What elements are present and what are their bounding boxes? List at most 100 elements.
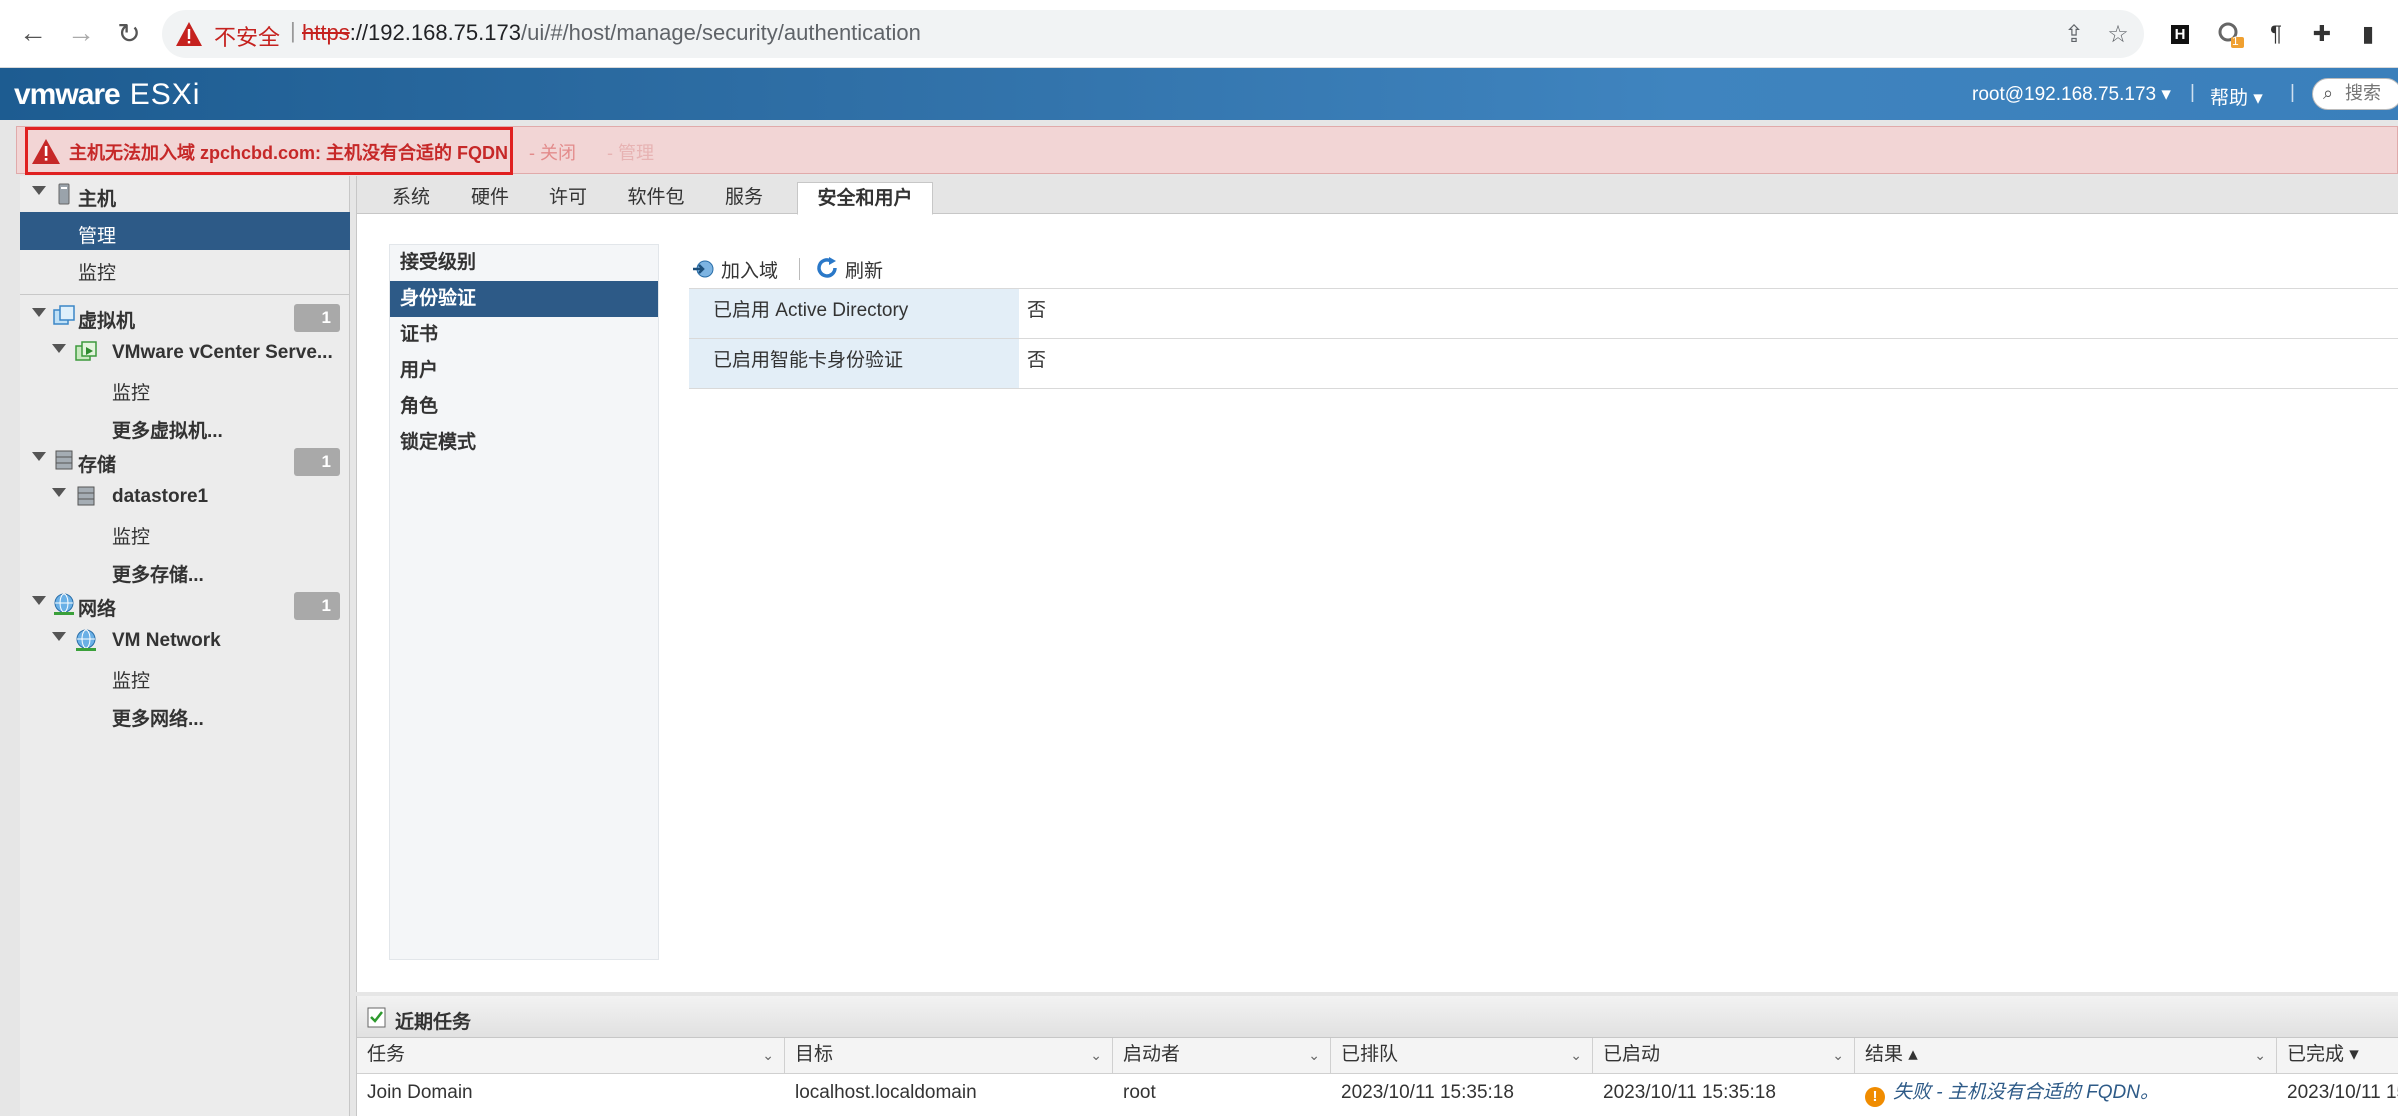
col-target[interactable]: 目标 ⌄ <box>785 1038 1113 1074</box>
col-task[interactable]: 任务 ⌄ <box>357 1038 785 1074</box>
subnav-certificates[interactable]: 证书 <box>390 317 658 353</box>
reload-icon[interactable]: ↻ <box>110 14 148 52</box>
col-result[interactable]: 结果 ▴ ⌄ <box>1855 1038 2277 1074</box>
subnav-authentication[interactable]: 身份验证 <box>390 281 658 317</box>
url-host: ://192.168.75.173 <box>349 20 521 45</box>
auth-toolbar: 加入域 刷新 <box>691 244 2391 288</box>
nav-vcenter-label: VMware vCenter Serve... <box>112 342 333 363</box>
collapse-triangle-icon[interactable] <box>52 488 66 497</box>
extension-search-icon[interactable]: 1 <box>2212 16 2248 52</box>
col-started[interactable]: 已启动 ⌄ <box>1593 1038 1855 1074</box>
alert-manage-link[interactable]: - 管理 <box>607 139 654 165</box>
refresh-label: 刷新 <box>845 261 884 282</box>
search-box[interactable]: ⌕ <box>2312 78 2398 110</box>
alert-close-link[interactable]: - 关闭 <box>529 139 576 165</box>
nav-host-monitor[interactable]: 监控 <box>20 250 350 286</box>
task-target: localhost.localdomain <box>795 1082 977 1103</box>
user-menu[interactable]: root@192.168.75.173 ▾ <box>1972 83 2171 106</box>
alert-warning-icon <box>32 139 60 164</box>
url-text[interactable]: https://192.168.75.173/ui/#/host/manage/… <box>302 20 921 46</box>
col-completed[interactable]: 已完成 ▾ <box>2277 1038 2398 1074</box>
subnav-users[interactable]: 用户 <box>390 353 658 389</box>
extension-h-icon[interactable]: H <box>2162 16 2198 52</box>
side-panel-icon[interactable]: ▮ <box>2350 16 2386 52</box>
share-icon[interactable]: ⇪ <box>2060 20 2088 48</box>
host-icon <box>58 183 70 205</box>
nav-more-storage[interactable]: 更多存储... <box>20 552 350 588</box>
subnav-lockdown-mode[interactable]: 锁定模式 <box>390 425 658 461</box>
tab-hardware[interactable]: 硬件 <box>455 182 525 215</box>
main-panel: 系统 硬件 许可 软件包 服务 安全和用户 接受级别 身份验证 证书 用户 角色… <box>356 176 2398 992</box>
browser-toolbar: ← → ↻ 不安全 | https://192.168.75.173/ui/#/… <box>0 0 2398 68</box>
chevron-down-icon[interactable]: ⌄ <box>1308 1038 1320 1072</box>
nav-more-vms[interactable]: 更多虚拟机... <box>20 408 350 444</box>
search-input[interactable] <box>2343 82 2398 105</box>
task-started: 2023/10/11 15:35:18 <box>1603 1082 1776 1103</box>
vms-count-badge: 1 <box>294 304 340 332</box>
tab-licensing[interactable]: 许可 <box>533 182 603 215</box>
nav-datastore1-label: datastore1 <box>112 486 209 507</box>
bookmark-star-icon[interactable]: ☆ <box>2104 20 2132 48</box>
storage-icon <box>55 450 73 470</box>
omnibox-separator: | <box>290 18 296 43</box>
forward-icon[interactable]: → <box>62 14 100 52</box>
col-task-label: 任务 <box>367 1044 406 1065</box>
sidebar-divider <box>20 294 350 295</box>
nav-vcenter-vm[interactable]: VMware vCenter Serve... <box>20 334 350 370</box>
tab-services[interactable]: 服务 <box>709 182 779 215</box>
chevron-down-icon[interactable]: ⌄ <box>2254 1038 2266 1072</box>
table-row[interactable]: Join Domain localhost.localdomain root 2… <box>357 1074 2398 1114</box>
back-icon[interactable]: ← <box>14 14 52 52</box>
nav-more-network[interactable]: 更多网络... <box>20 696 350 732</box>
collapse-triangle-icon[interactable] <box>52 632 66 641</box>
col-queued[interactable]: 已排队 ⌄ <box>1331 1038 1593 1074</box>
nav-network-label: 网络 <box>78 599 117 620</box>
chevron-down-icon[interactable]: ⌄ <box>1832 1038 1844 1072</box>
chevron-down-icon[interactable]: ⌄ <box>1090 1038 1102 1072</box>
collapse-triangle-icon[interactable] <box>32 186 46 195</box>
nav-vms[interactable]: 虚拟机 1 <box>20 298 350 334</box>
insecure-label: 不安全 <box>214 25 281 50</box>
nav-vm-network[interactable]: VM Network <box>20 622 350 658</box>
collapse-triangle-icon[interactable] <box>32 308 46 317</box>
recent-tasks-header[interactable]: 近期任务 <box>357 996 2398 1038</box>
task-result[interactable]: ! 失败 - 主机没有合适的 FQDN。 <box>1855 1074 2277 1114</box>
collapse-triangle-icon[interactable] <box>32 596 46 605</box>
col-completed-label: 已完成 ▾ <box>2287 1044 2359 1065</box>
chevron-down-icon[interactable]: ⌄ <box>762 1038 774 1072</box>
url-scheme: https <box>302 20 350 45</box>
refresh-button[interactable]: 刷新 <box>815 254 895 282</box>
network-count-badge: 1 <box>294 592 340 620</box>
col-target-label: 目标 <box>795 1044 834 1065</box>
collapse-triangle-icon[interactable] <box>52 344 66 353</box>
nav-network-monitor[interactable]: 监控 <box>20 658 350 694</box>
nav-vms-label: 虚拟机 <box>78 311 136 332</box>
extension-pilcrow-icon[interactable]: ¶ <box>2258 16 2294 52</box>
nav-datastore-monitor[interactable]: 监控 <box>20 514 350 550</box>
subnav-acceptance-level[interactable]: 接受级别 <box>390 245 658 281</box>
collapse-triangle-icon[interactable] <box>32 452 46 461</box>
nav-datastore1[interactable]: datastore1 <box>20 478 350 514</box>
chevron-down-icon[interactable]: ⌄ <box>1570 1038 1582 1072</box>
alert-message: 主机无法加入域 zpchcbd.com: 主机没有合适的 FQDN <box>69 143 509 163</box>
extensions-puzzle-icon[interactable]: ✚ <box>2304 16 2340 52</box>
nav-manage[interactable]: 管理 <box>20 212 350 250</box>
tab-system[interactable]: 系统 <box>375 182 447 215</box>
nav-host[interactable]: 主机 <box>20 176 350 212</box>
subnav-roles[interactable]: 角色 <box>390 389 658 425</box>
tab-security-users[interactable]: 安全和用户 <box>797 182 933 215</box>
smartcard-enabled-value: 否 <box>1027 350 1047 371</box>
nav-storage[interactable]: 存储 1 <box>20 442 350 478</box>
tab-packages[interactable]: 软件包 <box>611 182 701 215</box>
address-bar[interactable]: 不安全 | https://192.168.75.173/ui/#/host/m… <box>162 10 2144 58</box>
nav-network[interactable]: 网络 1 <box>20 586 350 622</box>
join-domain-button[interactable]: 加入域 <box>691 254 791 282</box>
extension-badge: 1 <box>2232 34 2239 48</box>
nav-storage-label: 存储 <box>78 455 117 476</box>
ad-enabled-value: 否 <box>1027 300 1047 321</box>
help-menu[interactable]: 帮助 ▾ <box>2210 83 2263 110</box>
col-initiator[interactable]: 启动者 ⌄ <box>1113 1038 1331 1074</box>
vm-running-icon <box>75 341 97 361</box>
vm-icon <box>53 305 75 325</box>
nav-vcenter-monitor[interactable]: 监控 <box>20 370 350 406</box>
